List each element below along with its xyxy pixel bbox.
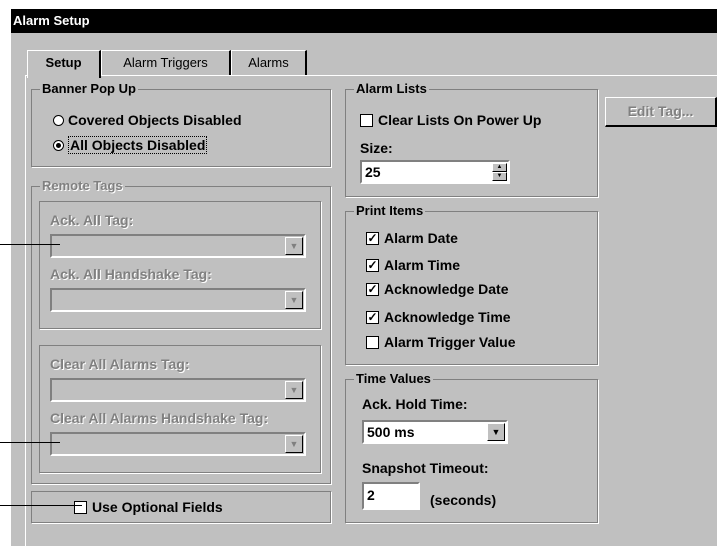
spin-down-icon[interactable]: ▼	[492, 172, 507, 181]
alarm-date-checkbox[interactable]: ✓ Alarm Date	[366, 230, 458, 246]
dropdown-arrow-icon[interactable]: ▼	[285, 435, 303, 453]
dropdown-arrow-icon[interactable]: ▼	[285, 291, 303, 309]
checkmark-icon: ✓	[366, 281, 379, 296]
remote-tags-title: Remote Tags	[40, 178, 125, 194]
tab-setup[interactable]: Setup	[27, 50, 101, 78]
covered-objects-disabled-radio[interactable]: Covered Objects Disabled	[53, 112, 242, 128]
radio-selected-icon	[53, 139, 64, 151]
clear-lists-label: Clear Lists On Power Up	[378, 112, 542, 128]
clear-all-alarms-tag-combo[interactable]: ▼	[50, 378, 306, 402]
alarm-lists-group: Alarm Lists Clear Lists On Power Up Size…	[345, 81, 598, 197]
print-items-title: Print Items	[354, 203, 426, 219]
use-optional-fields-label: Use Optional Fields	[92, 499, 223, 515]
acknowledge-date-label: Acknowledge Date	[384, 281, 509, 297]
size-spinner[interactable]: 25 ▲ ▼	[360, 160, 510, 184]
alarm-setup-dialog: Alarm Setup Setup Alarm Triggers Alarms …	[10, 8, 717, 554]
checkbox-icon	[366, 335, 379, 349]
size-label: Size:	[360, 140, 393, 156]
all-objects-disabled-label: All Objects Disabled	[68, 136, 208, 154]
time-values-group: Time Values Ack. Hold Time: 500 ms ▼ Sna…	[345, 371, 598, 523]
acknowledge-time-label: Acknowledge Time	[384, 309, 511, 325]
clear-all-alarms-handshake-label: Clear All Alarms Handshake Tag:	[50, 410, 269, 426]
clear-lists-on-power-up-checkbox[interactable]: Clear Lists On Power Up	[360, 112, 541, 128]
ack-all-tag-combo[interactable]: ▼	[50, 234, 306, 258]
ack-all-handshake-combo[interactable]: ▼	[50, 288, 306, 312]
alarm-trigger-value-label: Alarm Trigger Value	[384, 334, 516, 350]
snapshot-timeout-value: 2	[367, 487, 375, 503]
snapshot-timeout-label: Snapshot Timeout:	[362, 460, 489, 476]
acknowledge-date-checkbox[interactable]: ✓ Acknowledge Date	[366, 281, 508, 297]
edit-tag-button[interactable]: Edit Tag...	[605, 97, 717, 127]
clear-tags-subgroup: Clear All Alarms Tag: ▼ Clear All Alarms…	[39, 345, 321, 473]
checkmark-icon: ✓	[366, 309, 379, 324]
dropdown-arrow-icon[interactable]: ▼	[285, 237, 303, 255]
radio-icon	[53, 114, 64, 126]
window-title: Alarm Setup	[11, 9, 717, 33]
callout-line	[0, 442, 60, 443]
ack-hold-time-combo[interactable]: 500 ms ▼	[362, 420, 508, 444]
ack-all-handshake-label: Ack. All Handshake Tag:	[50, 266, 212, 282]
alarm-time-checkbox[interactable]: ✓ Alarm Time	[366, 257, 460, 273]
ack-tags-subgroup: Ack. All Tag: ▼ Ack. All Handshake Tag: …	[39, 201, 321, 329]
remote-tags-group: Remote Tags Ack. All Tag: ▼ Ack. All Han…	[31, 178, 331, 484]
tab-alarm-triggers[interactable]: Alarm Triggers	[101, 50, 231, 75]
use-optional-fields-checkbox[interactable]: Use Optional Fields	[74, 499, 223, 515]
banner-popup-title: Banner Pop Up	[40, 81, 138, 97]
ack-hold-time-value: 500 ms	[367, 424, 415, 440]
checkmark-icon: ✓	[366, 257, 379, 272]
clear-all-alarms-tag-label: Clear All Alarms Tag:	[50, 356, 190, 372]
seconds-unit-label: (seconds)	[430, 492, 497, 508]
dropdown-arrow-icon[interactable]: ▼	[285, 381, 303, 399]
alarm-date-label: Alarm Date	[384, 230, 458, 246]
checkmark-icon: ✓	[366, 230, 379, 245]
size-value: 25	[365, 164, 381, 180]
alarm-time-label: Alarm Time	[384, 257, 460, 273]
clear-all-alarms-handshake-combo[interactable]: ▼	[50, 432, 306, 456]
acknowledge-time-checkbox[interactable]: ✓ Acknowledge Time	[366, 309, 511, 325]
time-values-title: Time Values	[354, 371, 433, 387]
print-items-group: Print Items ✓ Alarm Date ✓ Alarm Time ✓ …	[345, 203, 598, 365]
alarm-trigger-value-checkbox[interactable]: Alarm Trigger Value	[366, 334, 516, 350]
optional-fields-group: Use Optional Fields	[31, 491, 331, 523]
checkbox-icon	[360, 113, 373, 127]
alarm-lists-title: Alarm Lists	[354, 81, 429, 97]
callout-line	[0, 505, 82, 506]
spin-up-icon[interactable]: ▲	[492, 163, 507, 172]
banner-popup-group: Banner Pop Up Covered Objects Disabled A…	[31, 81, 331, 167]
covered-objects-disabled-label: Covered Objects Disabled	[68, 112, 242, 128]
ack-hold-time-label: Ack. Hold Time:	[362, 396, 468, 412]
checkbox-icon	[74, 500, 87, 514]
callout-line	[0, 244, 60, 245]
snapshot-timeout-input[interactable]: 2	[362, 482, 420, 510]
tab-alarms[interactable]: Alarms	[231, 50, 307, 75]
ack-all-tag-label: Ack. All Tag:	[50, 212, 134, 228]
dropdown-arrow-icon[interactable]: ▼	[487, 423, 505, 441]
all-objects-disabled-radio[interactable]: All Objects Disabled	[53, 136, 208, 154]
